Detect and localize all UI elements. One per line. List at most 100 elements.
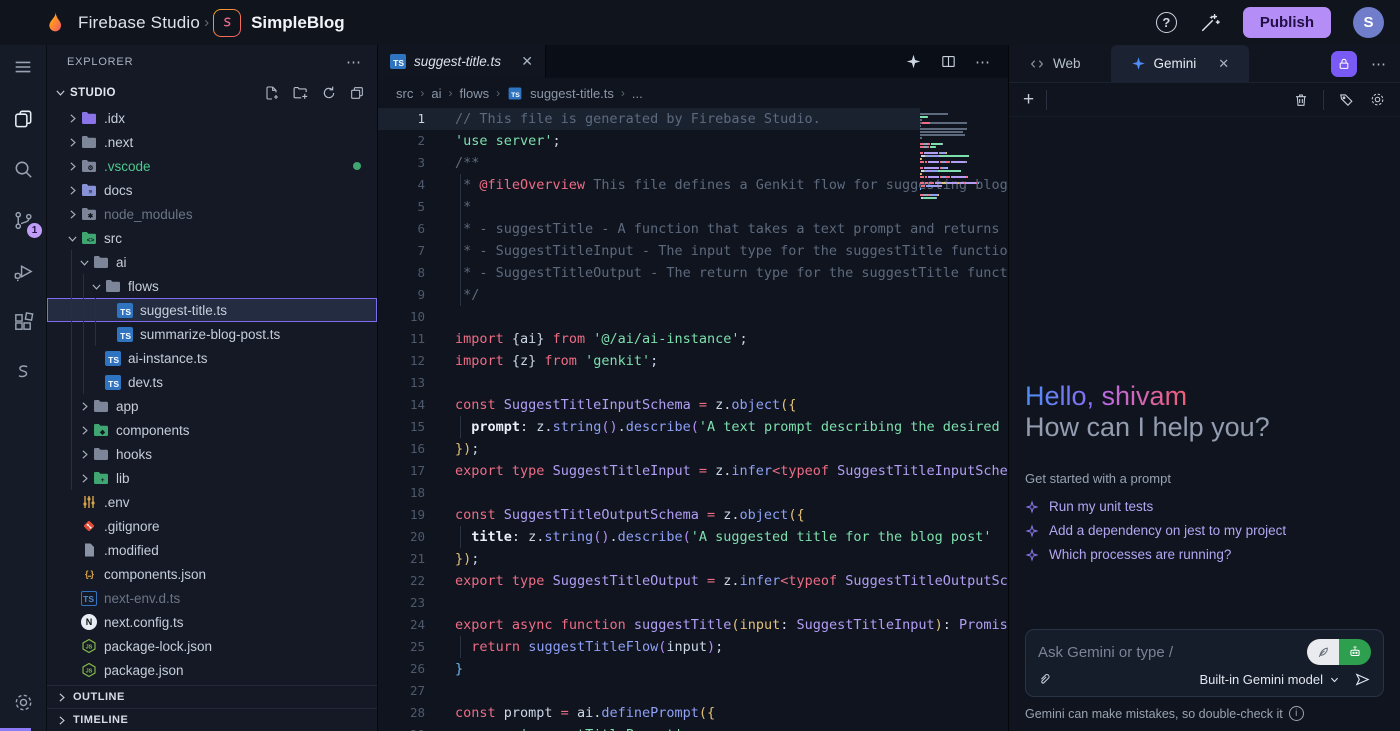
breadcrumb-item[interactable]: flows xyxy=(459,86,489,101)
publish-button[interactable]: Publish xyxy=(1243,7,1331,38)
gemini-panel: Web Gemini ✕ ⋯ + xyxy=(1008,45,1400,731)
tab-web[interactable]: Web xyxy=(1009,45,1101,82)
new-file-icon[interactable] xyxy=(264,85,280,101)
magic-wand-icon[interactable] xyxy=(1199,12,1221,34)
typescript-icon: TS xyxy=(509,87,522,99)
tree-item-.next[interactable]: .next xyxy=(47,130,377,154)
scm-badge: 1 xyxy=(27,223,42,238)
collapse-all-icon[interactable] xyxy=(349,85,365,101)
tree-item-.env[interactable]: .env xyxy=(47,490,377,514)
tree-item-.gitignore[interactable]: .gitignore xyxy=(47,514,377,538)
breadcrumb[interactable]: src›ai›flows›TSsuggest-title.ts›... xyxy=(378,78,1008,108)
breadcrumb-item[interactable]: ai xyxy=(431,86,441,101)
line-number: 9 xyxy=(378,284,425,306)
new-chat-icon[interactable]: + xyxy=(1023,89,1034,111)
close-icon[interactable]: ✕ xyxy=(1218,56,1229,72)
tree-item-label: next-env.d.ts xyxy=(104,591,180,606)
label-icon[interactable] xyxy=(1338,91,1355,108)
svg-text:✱: ✱ xyxy=(88,212,94,220)
chat-mode-feather-icon[interactable] xyxy=(1307,639,1339,665)
delete-icon[interactable] xyxy=(1293,92,1309,108)
tree-item-app[interactable]: app xyxy=(47,394,377,418)
breadcrumb-item[interactable]: ... xyxy=(632,86,643,101)
suggestion-chip[interactable]: Add a dependency on jest to my project xyxy=(1025,523,1384,538)
tree-item-package.json[interactable]: JSpackage.json xyxy=(47,658,377,682)
suggestion-chip[interactable]: Run my unit tests xyxy=(1025,499,1384,514)
refresh-icon[interactable] xyxy=(321,85,337,101)
explorer-more-icon[interactable]: ⋯ xyxy=(346,53,363,71)
studio-swirl-icon[interactable] xyxy=(10,360,36,386)
attach-paperclip-icon[interactable] xyxy=(1038,672,1053,687)
timeline-section[interactable]: TIMELINE xyxy=(47,708,377,731)
gemini-input-card[interactable]: Ask Gemini or type / xyxy=(1025,629,1384,697)
folder-file-icon xyxy=(92,254,110,270)
code-line: * - suggestTitle - A function that takes… xyxy=(455,218,1008,240)
indent-guide xyxy=(95,322,96,346)
tab-suggest-title[interactable]: TS suggest-title.ts ✕ xyxy=(378,45,546,78)
tree-item-lib[interactable]: +lib xyxy=(47,466,377,490)
chevron-right-icon xyxy=(65,160,80,173)
tree-item-next-env.d.ts[interactable]: TSnext-env.d.ts xyxy=(47,586,377,610)
indent-guide xyxy=(83,274,84,298)
tree-item-package-lock.json[interactable]: JSpackage-lock.json xyxy=(47,634,377,658)
tree-item-.idx[interactable]: .idx xyxy=(47,106,377,130)
mode-toggle[interactable] xyxy=(1307,639,1371,665)
run-debug-icon[interactable] xyxy=(10,258,36,284)
source-control-icon[interactable]: 1 xyxy=(10,207,36,233)
settings-gear-icon[interactable] xyxy=(1369,91,1386,108)
tree-item-src[interactable]: <>src xyxy=(47,226,377,250)
close-icon[interactable]: ✕ xyxy=(521,53,533,70)
tree-item-hooks[interactable]: hooks xyxy=(47,442,377,466)
disclaimer-text: Gemini can make mistakes, so double-chec… xyxy=(1025,707,1283,721)
panel-more-icon[interactable]: ⋯ xyxy=(1371,55,1388,73)
tab-gemini[interactable]: Gemini ✕ xyxy=(1111,45,1250,82)
split-editor-icon[interactable] xyxy=(940,53,957,70)
tree-item-ai-instance.ts[interactable]: TSai-instance.ts xyxy=(47,346,377,370)
workspace-icon[interactable] xyxy=(213,9,241,37)
minimap[interactable] xyxy=(920,113,1000,200)
project-row[interactable]: STUDIO xyxy=(47,79,377,106)
tree-item-dev.ts[interactable]: TSdev.ts xyxy=(47,370,377,394)
extensions-icon[interactable] xyxy=(10,309,36,335)
ai-sparkle-icon[interactable] xyxy=(905,53,922,70)
suggestion-chip[interactable]: Which processes are running? xyxy=(1025,547,1384,562)
agent-mode-robot-icon[interactable] xyxy=(1339,639,1371,665)
editor-more-icon[interactable]: ⋯ xyxy=(975,53,992,71)
tree-item-flows[interactable]: flows xyxy=(47,274,377,298)
chat-input-placeholder[interactable]: Ask Gemini or type / xyxy=(1038,644,1173,661)
tree-item-node_modules[interactable]: ✱node_modules xyxy=(47,202,377,226)
tree-item-.modified[interactable]: .modified xyxy=(47,538,377,562)
brand[interactable]: Firebase Studio xyxy=(44,10,200,36)
info-icon[interactable]: i xyxy=(1289,706,1304,721)
tree-item-docs[interactable]: ≡docs xyxy=(47,178,377,202)
tree-item-components.json[interactable]: {..}components.json xyxy=(47,562,377,586)
tree-item-label: .gitignore xyxy=(104,519,160,534)
tree-item-summarize-blog-post.ts[interactable]: TSsummarize-blog-post.ts xyxy=(47,322,377,346)
code-area[interactable]: 1234567891011121314151617181920212223242… xyxy=(378,108,1008,731)
breadcrumb-item[interactable]: suggest-title.ts xyxy=(530,86,614,101)
avatar[interactable]: S xyxy=(1353,7,1384,38)
indent-guide xyxy=(71,274,72,298)
tree-item-suggest-title.ts[interactable]: TSsuggest-title.ts xyxy=(47,298,377,322)
tree-item-next.config.ts[interactable]: Nnext.config.ts xyxy=(47,610,377,634)
workspace-title[interactable]: SimpleBlog xyxy=(251,13,345,33)
help-icon[interactable]: ? xyxy=(1156,12,1177,33)
lock-icon[interactable] xyxy=(1331,51,1357,77)
tree-item-components[interactable]: ◆components xyxy=(47,418,377,442)
tree-item-ai[interactable]: ai xyxy=(47,250,377,274)
settings-gear-icon[interactable] xyxy=(10,689,36,715)
line-number: 8 xyxy=(378,262,425,284)
send-icon[interactable] xyxy=(1354,671,1371,688)
tree-item-.vscode[interactable]: ⚙.vscode xyxy=(47,154,377,178)
menu-icon[interactable] xyxy=(10,54,36,80)
new-folder-icon[interactable] xyxy=(292,84,309,101)
model-selector[interactable]: Built-in Gemini model xyxy=(1199,672,1340,687)
search-icon[interactable] xyxy=(10,156,36,182)
outline-section[interactable]: OUTLINE xyxy=(47,685,377,708)
tree-item-label: src xyxy=(104,231,122,246)
line-number: 3 xyxy=(378,152,425,174)
breadcrumb-item[interactable]: src xyxy=(396,86,413,101)
explorer-icon[interactable] xyxy=(10,105,36,131)
code-line: name: 'suggestTitlePrompt', xyxy=(455,724,1008,731)
topbar-actions: ? Publish S xyxy=(1156,7,1384,38)
